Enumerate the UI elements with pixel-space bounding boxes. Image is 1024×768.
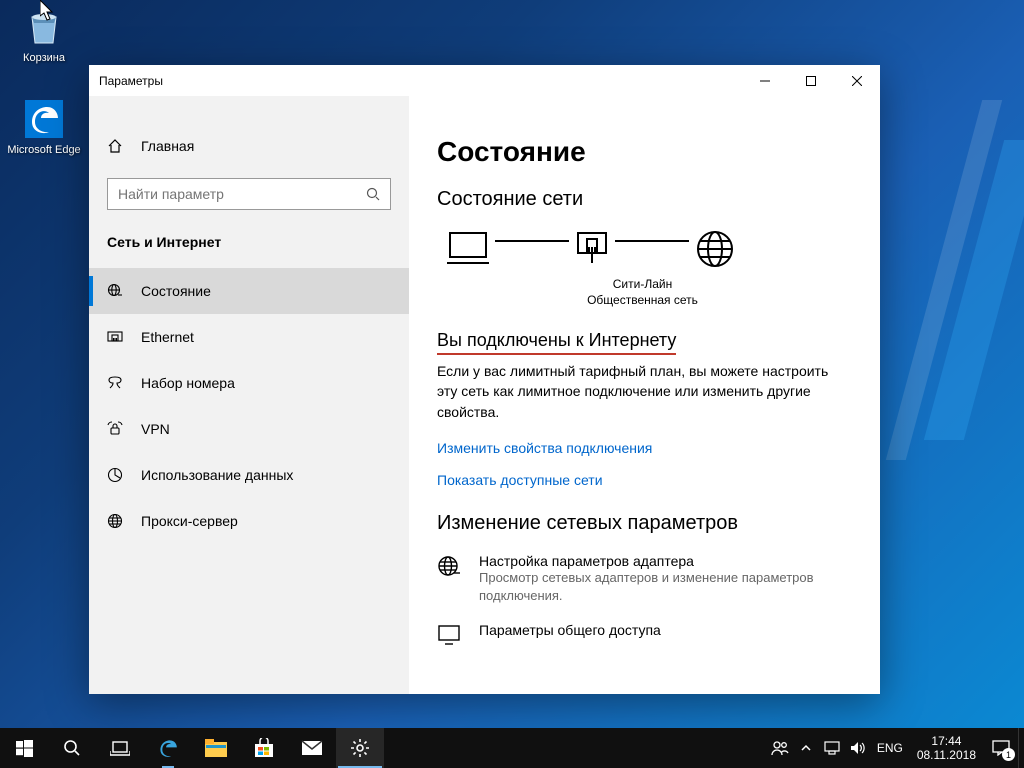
link-change-connection-props[interactable]: Изменить свойства подключения bbox=[437, 440, 852, 456]
sidebar-category: Сеть и Интернет bbox=[89, 234, 409, 268]
globe-wire-icon bbox=[107, 283, 123, 299]
sidebar-item-ethernet[interactable]: Ethernet bbox=[89, 314, 409, 360]
sidebar-item-label: VPN bbox=[141, 421, 170, 437]
tray-network-icon[interactable] bbox=[819, 728, 845, 768]
option-title: Параметры общего доступа bbox=[479, 622, 661, 638]
taskbar: ENG 17:44 08.11.2018 1 bbox=[0, 728, 1024, 768]
sidebar-item-vpn[interactable]: VPN bbox=[89, 406, 409, 452]
tray-time: 17:44 bbox=[917, 734, 976, 748]
internet-globe-icon bbox=[695, 229, 735, 269]
tray-action-center[interactable]: 1 bbox=[984, 728, 1018, 768]
home-label: Главная bbox=[141, 138, 194, 154]
system-tray: ENG 17:44 08.11.2018 1 bbox=[767, 728, 1024, 768]
search-icon bbox=[366, 187, 380, 201]
ethernet-icon bbox=[107, 329, 123, 345]
tray-volume-icon[interactable] bbox=[845, 728, 871, 768]
taskbar-explorer[interactable] bbox=[192, 728, 240, 768]
data-usage-icon bbox=[107, 467, 123, 483]
option-sharing-settings[interactable]: Параметры общего доступа bbox=[437, 622, 852, 648]
option-desc: Просмотр сетевых адаптеров и изменение п… bbox=[479, 569, 852, 604]
cursor-icon bbox=[40, 0, 56, 22]
sharing-icon bbox=[437, 622, 463, 648]
taskbar-mail[interactable] bbox=[288, 728, 336, 768]
net-line bbox=[495, 240, 569, 242]
search-input-container[interactable] bbox=[107, 178, 391, 210]
desktop-icon-label: Microsoft Edge bbox=[6, 144, 82, 157]
page-title: Состояние bbox=[437, 136, 852, 168]
network-type: Общественная сеть bbox=[433, 293, 852, 309]
desktop-icon-edge[interactable]: Microsoft Edge bbox=[6, 98, 82, 157]
sidebar: Главная Сеть и Интернет Состояние Ethern… bbox=[89, 96, 409, 694]
taskbar-settings[interactable] bbox=[336, 728, 384, 768]
sidebar-item-label: Использование данных bbox=[141, 467, 293, 483]
adapter-icon bbox=[437, 553, 463, 604]
desktop-icon-label: Корзина bbox=[6, 52, 82, 65]
home-icon bbox=[107, 138, 123, 154]
vpn-icon bbox=[107, 421, 123, 437]
close-button[interactable] bbox=[834, 65, 880, 96]
connected-heading: Вы подключены к Интернету bbox=[437, 330, 676, 355]
maximize-button[interactable] bbox=[788, 65, 834, 96]
minimize-button[interactable] bbox=[742, 65, 788, 96]
option-title: Настройка параметров адаптера bbox=[479, 553, 852, 569]
edge-icon bbox=[23, 98, 65, 140]
network-diagram bbox=[447, 229, 852, 269]
taskview-button[interactable] bbox=[96, 728, 144, 768]
pc-icon bbox=[447, 229, 489, 269]
show-desktop-button[interactable] bbox=[1018, 728, 1024, 768]
start-button[interactable] bbox=[0, 728, 48, 768]
network-name: Сити-Лайн bbox=[433, 277, 852, 293]
section-network-status: Состояние сети bbox=[437, 188, 852, 211]
sidebar-item-dialup[interactable]: Набор номера bbox=[89, 360, 409, 406]
content-pane: Состояние Состояние сети Сити-Лайн Общес… bbox=[409, 96, 880, 694]
tray-language[interactable]: ENG bbox=[871, 741, 909, 755]
sidebar-item-proxy[interactable]: Прокси-сервер bbox=[89, 498, 409, 544]
search-input[interactable] bbox=[118, 186, 348, 202]
home-button[interactable]: Главная bbox=[89, 138, 409, 178]
window-title: Параметры bbox=[89, 74, 163, 88]
notification-badge: 1 bbox=[1002, 748, 1015, 761]
search-button[interactable] bbox=[48, 728, 96, 768]
settings-window: Параметры Главная Сеть и Интернет Состоя… bbox=[89, 65, 880, 694]
taskbar-edge[interactable] bbox=[144, 728, 192, 768]
sidebar-item-datausage[interactable]: Использование данных bbox=[89, 452, 409, 498]
sidebar-item-label: Прокси-сервер bbox=[141, 513, 238, 529]
taskbar-store[interactable] bbox=[240, 728, 288, 768]
tray-date: 08.11.2018 bbox=[917, 748, 976, 762]
sidebar-item-label: Ethernet bbox=[141, 329, 194, 345]
link-show-available-networks[interactable]: Показать доступные сети bbox=[437, 472, 852, 488]
globe-icon bbox=[107, 513, 123, 529]
section-change-settings: Изменение сетевых параметров bbox=[437, 512, 852, 535]
dialup-icon bbox=[107, 375, 123, 391]
sidebar-item-label: Набор номера bbox=[141, 375, 235, 391]
tray-clock[interactable]: 17:44 08.11.2018 bbox=[909, 734, 984, 763]
tray-chevron-up-icon[interactable] bbox=[793, 728, 819, 768]
sidebar-item-label: Состояние bbox=[141, 283, 211, 299]
sidebar-item-status[interactable]: Состояние bbox=[89, 268, 409, 314]
net-line bbox=[615, 240, 689, 242]
option-adapter-settings[interactable]: Настройка параметров адаптера Просмотр с… bbox=[437, 553, 852, 604]
connected-body: Если у вас лимитный тарифный план, вы мо… bbox=[437, 361, 852, 422]
titlebar[interactable]: Параметры bbox=[89, 65, 880, 96]
network-caption: Сити-Лайн Общественная сеть bbox=[433, 277, 852, 308]
tray-people-icon[interactable] bbox=[767, 728, 793, 768]
switch-icon bbox=[575, 229, 609, 269]
